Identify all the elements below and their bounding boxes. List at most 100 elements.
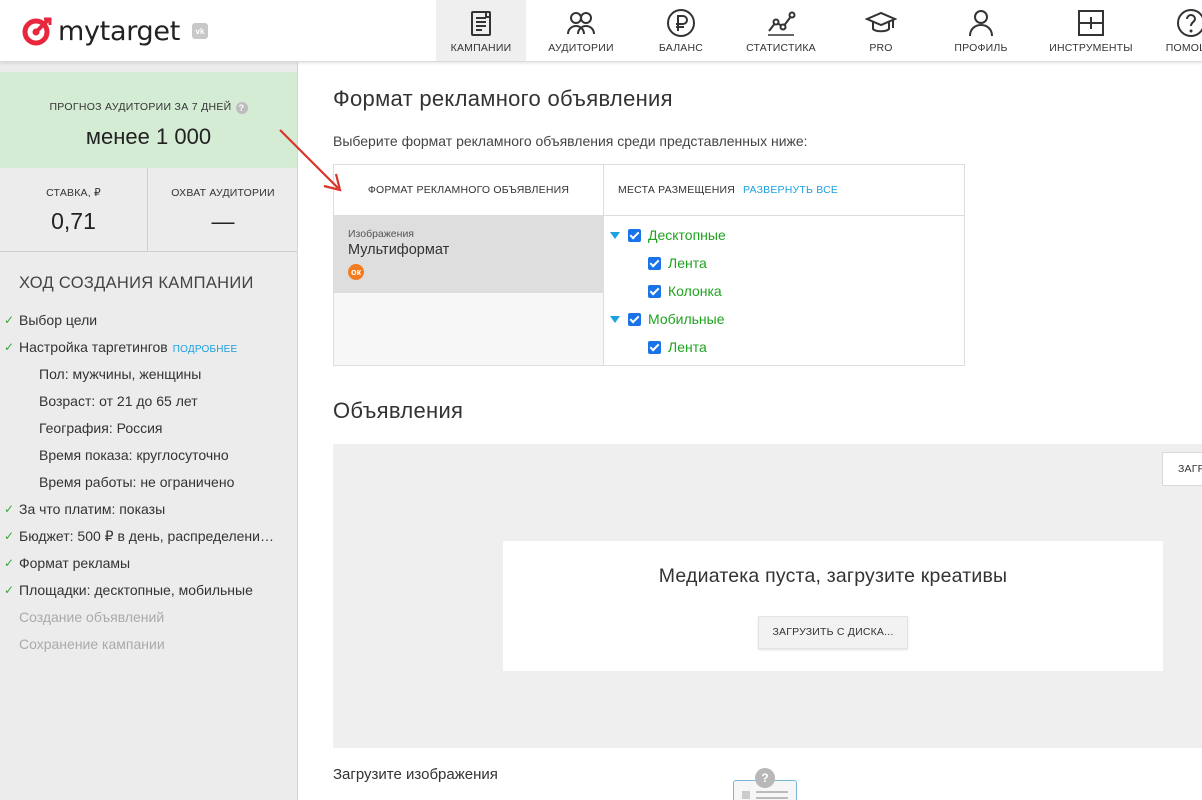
step-label: Время работы: не ограничено <box>39 474 235 490</box>
checkbox[interactable] <box>628 312 641 326</box>
question-icon[interactable]: ? <box>755 768 775 788</box>
step-label: Площадки: десктопные, мобильные <box>19 582 253 598</box>
checkbox[interactable] <box>648 284 661 298</box>
format-table: ФОРМАТ РЕКЛАМНОГО ОБЪЯВЛЕНИЯ МЕСТА РАЗМЕ… <box>333 164 965 366</box>
step-pricing[interactable]: ✓ За что платим: показы <box>0 496 297 523</box>
checkbox[interactable] <box>648 256 661 270</box>
placement-label: Мобильные <box>648 311 725 327</box>
nav-label: АУДИТОРИИ <box>548 42 614 54</box>
placement-mobile-feed[interactable]: Лента <box>648 337 707 357</box>
step-label: География: Россия <box>39 420 163 436</box>
mytarget-logo-icon <box>22 15 54 47</box>
annotation-arrow-icon <box>279 129 342 192</box>
places-column-header: МЕСТА РАЗМЕЩЕНИЯ РАЗВЕРНУТЬ ВСЕ <box>604 165 964 216</box>
progress-steps: ✓ Выбор цели ✓ Настройка таргетингов ПОДРОБ… <box>0 307 297 658</box>
tools-icon <box>1078 10 1104 36</box>
reach-label: ОХВАТ АУДИТОРИИ <box>171 187 275 199</box>
audiences-icon <box>567 12 595 35</box>
check-icon: ✓ <box>4 340 15 354</box>
step-detail: Время показа: круглосуточно <box>0 442 297 469</box>
brand-name: mytarget <box>58 15 180 47</box>
format-subtitle: Выберите формат рекламного объявления ср… <box>333 133 808 149</box>
placement-label: Лента <box>668 339 707 355</box>
placement-desktop[interactable]: Десктопные <box>610 225 726 245</box>
step-label: Сохранение кампании <box>19 636 165 652</box>
bid-value: 0,71 <box>51 208 96 234</box>
check-icon: ✓ <box>4 556 15 570</box>
step-platforms[interactable]: ✓ Площадки: десктопные, мобильные <box>0 577 297 604</box>
step-budget[interactable]: ✓ Бюджет: 500 ₽ в день, распределение бюд… <box>0 523 297 550</box>
progress-title: ХОД СОЗДАНИЯ КАМПАНИИ <box>19 274 254 292</box>
campaigns-icon <box>471 11 491 36</box>
step-label: Бюджет: 500 ₽ в день, распределение бюдж… <box>19 528 277 544</box>
nav-pro[interactable]: PRO <box>836 0 926 61</box>
ruble-icon <box>667 9 695 37</box>
step-create-ads: Создание объявлений <box>0 604 297 631</box>
forecast-value: менее 1 000 <box>85 124 212 149</box>
graduation-cap-icon <box>865 11 897 33</box>
statistics-icon <box>768 11 796 36</box>
placement-mobile[interactable]: Мобильные <box>610 309 725 329</box>
step-detail: Возраст: от 21 до 65 лет <box>0 388 297 415</box>
step-detail: Время работы: не ограничено <box>0 469 297 496</box>
expand-triangle-icon[interactable] <box>610 231 620 239</box>
main-nav: КАМПАНИИ АУДИТОРИИ БАЛАНС СТАТИСТИКА PRO… <box>436 0 1202 61</box>
top-header: mytarget vk КАМПАНИИ АУДИТОРИИ БАЛАНС СТ… <box>0 0 1202 62</box>
nav-profile[interactable]: ПРОФИЛЬ <box>926 0 1036 61</box>
checkbox[interactable] <box>648 340 661 354</box>
ads-media-area: ЗАГРУЗИТЬ Медиатека пуста, загрузите кре… <box>333 444 1202 748</box>
check-icon: ✓ <box>4 529 15 543</box>
bid-stat: СТАВКА, ₽ 0,71 <box>0 168 148 252</box>
nav-balance[interactable]: БАЛАНС <box>636 0 726 61</box>
step-goal[interactable]: ✓ Выбор цели <box>0 307 297 334</box>
nav-label: ПОМОЩЬ <box>1165 42 1202 54</box>
step-detail: География: Россия <box>0 415 297 442</box>
step-label: Настройка таргетингов ПОДРОБНЕЕ <box>19 334 237 361</box>
placement-desktop-column[interactable]: Колонка <box>648 281 722 301</box>
upload-from-disk-button[interactable]: ЗАГРУЗИТЬ С ДИСКА... <box>758 616 908 649</box>
step-label: Возраст: от 21 до 65 лет <box>39 393 198 409</box>
check-icon: ✓ <box>4 583 15 597</box>
nav-label: БАЛАНС <box>658 42 704 54</box>
nav-label: ПРОФИЛЬ <box>954 42 1008 54</box>
step-label: Время показа: круглосуточно <box>39 447 229 463</box>
nav-audiences[interactable]: АУДИТОРИИ <box>526 0 636 61</box>
format-column-header: ФОРМАТ РЕКЛАМНОГО ОБЪЯВЛЕНИЯ <box>334 165 604 216</box>
campaign-stats: СТАВКА, ₽ 0,71 ОХВАТ АУДИТОРИИ — <box>0 168 297 252</box>
mytarget-logo[interactable]: mytarget vk <box>22 14 208 48</box>
nav-campaigns[interactable]: КАМПАНИИ <box>436 0 526 61</box>
step-targeting-text: Настройка таргетингов <box>19 339 168 355</box>
ads-title: Объявления <box>333 398 464 423</box>
text-line-icon <box>756 797 788 799</box>
format-option-multiformat[interactable]: Изображения Мультиформат ок <box>334 216 603 293</box>
question-icon[interactable]: ? <box>235 102 248 114</box>
expand-triangle-icon[interactable] <box>610 315 620 323</box>
checkbox[interactable] <box>628 228 641 242</box>
nav-tools[interactable]: ИНСТРУМЕНТЫ <box>1036 0 1146 61</box>
upload-button[interactable]: ЗАГРУЗИТЬ <box>1162 452 1202 486</box>
details-link[interactable]: ПОДРОБНЕЕ <box>173 344 238 355</box>
step-targeting[interactable]: ✓ Настройка таргетингов ПОДРОБНЕЕ <box>0 334 297 361</box>
empty-media-library: Медиатека пуста, загрузите креативы ЗАГР… <box>503 541 1163 671</box>
odnoklassniki-icon: ок <box>348 264 364 280</box>
placement-desktop-feed[interactable]: Лента <box>648 253 707 273</box>
step-detail: Пол: мужчины, женщины <box>0 361 297 388</box>
step-label: Выбор цели <box>19 312 98 328</box>
check-icon: ✓ <box>4 313 15 327</box>
nav-help[interactable]: ПОМОЩЬ <box>1146 0 1202 61</box>
help-icon <box>1177 9 1202 37</box>
empty-media-text: Медиатека пуста, загрузите креативы <box>658 565 1008 587</box>
format-list: Изображения Мультиформат ок <box>334 216 604 365</box>
nav-statistics[interactable]: СТАТИСТИКА <box>726 0 836 61</box>
nav-label: СТАТИСТИКА <box>746 42 816 54</box>
format-title: Формат рекламного объявления <box>333 86 673 111</box>
step-format[interactable]: ✓ Формат рекламы <box>0 550 297 577</box>
reach-stat: ОХВАТ АУДИТОРИИ — <box>149 168 297 252</box>
step-label: Формат рекламы <box>19 555 131 571</box>
placement-label: Колонка <box>668 283 722 299</box>
expand-all-link[interactable]: РАЗВЕРНУТЬ ВСЕ <box>743 184 838 196</box>
image-placeholder-icon <box>742 791 750 799</box>
placement-label: Лента <box>668 255 707 271</box>
forecast-label: ПРОГНОЗ АУДИТОРИИ ЗА 7 ДНЕЙ? <box>0 101 297 114</box>
main-content: Формат рекламного объявления Выберите фо… <box>299 62 1202 800</box>
